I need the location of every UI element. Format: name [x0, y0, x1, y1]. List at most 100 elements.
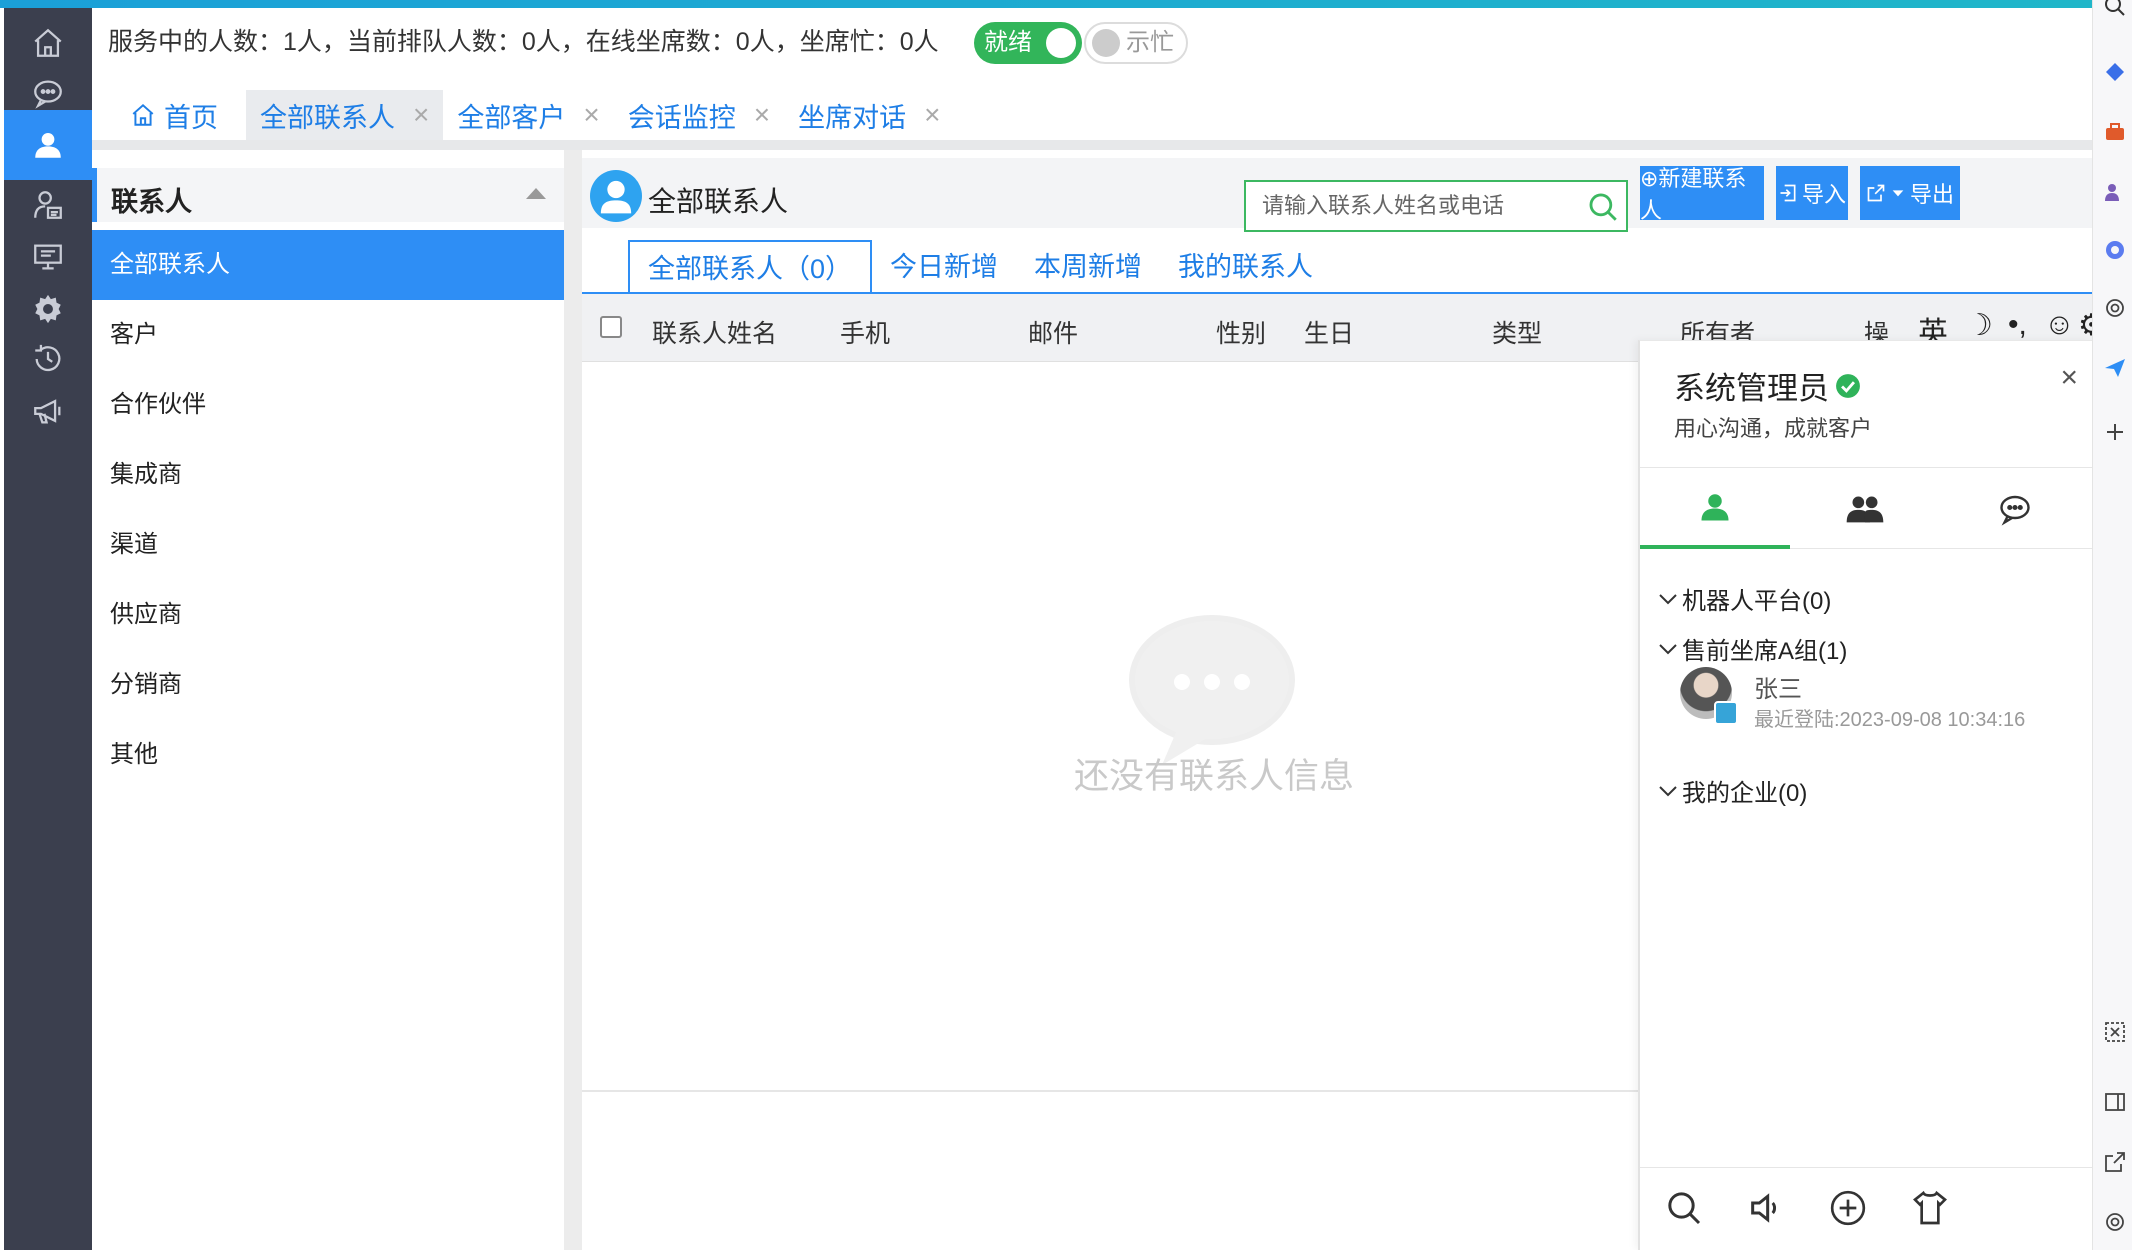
category-item-supplier[interactable]: 供应商: [92, 580, 564, 650]
icon-rail: [4, 8, 92, 1250]
tab-close-icon[interactable]: ×: [754, 99, 770, 131]
member-row[interactable]: 张三 最近登陆:2023-09-08 10:34:16: [1680, 667, 2080, 747]
person-icon: [1701, 494, 1729, 521]
history-icon: [35, 344, 61, 372]
ready-label: 就绪: [984, 29, 1032, 56]
import-button[interactable]: 导入: [1776, 166, 1848, 220]
category-item-integrator[interactable]: 集成商: [92, 440, 564, 510]
select-all-checkbox[interactable]: [600, 316, 622, 338]
im-tab-contacts[interactable]: [1640, 469, 1790, 549]
col-email[interactable]: 邮件: [1028, 314, 1078, 350]
import-icon: [1780, 184, 1796, 202]
contacts-avatar-icon: [590, 170, 642, 222]
contact-subtabs: 全部联系人（0） 今日新增 本周新增 我的联系人: [628, 240, 1331, 294]
group-presales-a[interactable]: 售前坐席A组(1): [1658, 631, 1847, 666]
tab-home[interactable]: 首页: [108, 90, 246, 140]
search-icon[interactable]: [1664, 1188, 1704, 1228]
category-title: 联系人: [111, 187, 192, 217]
gear-icon[interactable]: [2103, 1210, 2127, 1234]
tab-session-monitor[interactable]: 会话监控 ×: [614, 90, 784, 140]
search-input[interactable]: [1246, 182, 1566, 230]
customer-card-icon: [34, 191, 62, 219]
monitor-icon: [34, 244, 62, 270]
punctuation-icon[interactable]: •,: [2008, 308, 2027, 342]
collapse-caret-icon[interactable]: [526, 188, 546, 199]
subtab-all-contacts[interactable]: 全部联系人（0）: [628, 240, 873, 294]
busy-toggle-knob: [1092, 29, 1120, 57]
moon-icon[interactable]: ☽: [1966, 308, 1993, 343]
empty-state-text: 还没有联系人信息: [1074, 757, 1355, 796]
ready-toggle[interactable]: 就绪: [974, 22, 1082, 64]
rail-broadcast[interactable]: [4, 376, 92, 446]
admin-name: 系统管理员: [1674, 371, 1829, 406]
category-item-other[interactable]: 其他: [92, 720, 564, 790]
im-tab-sessions[interactable]: [1940, 469, 2090, 549]
tab-close-icon[interactable]: ×: [413, 99, 429, 131]
screenshot-icon[interactable]: [2103, 1020, 2127, 1044]
top-accent-bar: [0, 0, 2092, 8]
copilot-icon[interactable]: [2103, 238, 2127, 262]
verified-check-icon: [1836, 373, 1860, 398]
col-type[interactable]: 类型: [1492, 314, 1542, 350]
category-item-channel[interactable]: 渠道: [92, 510, 564, 580]
people-icon[interactable]: [2103, 180, 2127, 204]
search-icon[interactable]: [2103, 0, 2127, 18]
group-label: 售前坐席A组(1): [1682, 638, 1848, 665]
tab-all-customers[interactable]: 全部客户 ×: [443, 90, 613, 140]
subtab-today-new[interactable]: 今日新增: [872, 240, 1016, 294]
member-name: 张三: [1754, 676, 1802, 703]
speaker-icon[interactable]: [1746, 1188, 1786, 1228]
add-circle-icon[interactable]: [1828, 1188, 1868, 1228]
tab-agent-chat[interactable]: 坐席对话 ×: [784, 90, 954, 140]
external-link-icon[interactable]: [2103, 1150, 2127, 1174]
panel-footer-toolbar: [1640, 1167, 2092, 1250]
category-item-customer[interactable]: 客户: [92, 300, 564, 370]
col-mobile[interactable]: 手机: [840, 314, 890, 350]
send-icon[interactable]: [2103, 356, 2127, 380]
busy-label: 示忙: [1126, 29, 1174, 56]
group-icon: [1846, 496, 1884, 523]
im-tabs: [1640, 469, 2092, 549]
category-header[interactable]: 联系人: [92, 168, 564, 222]
col-birthday[interactable]: 生日: [1304, 314, 1354, 350]
online-badge-icon: [1714, 701, 1738, 725]
group-label: 机器人平台(0): [1682, 588, 1832, 615]
group-my-enterprise[interactable]: 我的企业(0): [1658, 773, 1807, 808]
im-tab-groups[interactable]: [1790, 469, 1940, 549]
busy-toggle[interactable]: 示忙: [1084, 22, 1188, 64]
subtab-my-contacts[interactable]: 我的联系人: [1160, 240, 1331, 294]
sidebar-toggle-icon[interactable]: [2103, 1090, 2127, 1114]
page-tabs: 首页 全部联系人 × 全部客户 × 会话监控 × 坐席对话 ×: [108, 90, 954, 140]
megaphone-icon: [34, 399, 61, 424]
chevron-down-icon: [1659, 593, 1677, 604]
panel-close-icon[interactable]: ×: [2060, 361, 2078, 395]
toolbox-icon[interactable]: [2103, 120, 2127, 144]
page-title: 全部联系人: [648, 186, 789, 217]
group-robot-platform[interactable]: 机器人平台(0): [1658, 581, 1831, 616]
person-icon: [35, 132, 61, 158]
service-status-text: 服务中的人数：1人，当前排队人数：0人，在线坐席数：0人，坐席忙：0人: [108, 28, 939, 56]
panel-divider: [1640, 467, 2092, 468]
tab-label: 全部客户: [457, 102, 566, 133]
col-gender[interactable]: 性别: [1216, 314, 1266, 350]
skin-shirt-icon[interactable]: [1910, 1188, 1950, 1228]
category-item-distributor[interactable]: 分销商: [92, 650, 564, 720]
plus-icon[interactable]: [2103, 420, 2127, 444]
emoji-icon[interactable]: ☺: [2044, 308, 2075, 342]
new-contact-button[interactable]: ⊕新建联系人: [1640, 166, 1764, 223]
gear-icon[interactable]: [2103, 296, 2127, 320]
search-icon[interactable]: [1586, 190, 1620, 224]
ready-toggle-knob: [1046, 28, 1076, 58]
col-name[interactable]: 联系人姓名: [652, 314, 777, 350]
tab-close-icon[interactable]: ×: [583, 99, 599, 131]
subtab-week-new[interactable]: 本周新增: [1016, 240, 1160, 294]
category-item-partner[interactable]: 合作伙伴: [92, 370, 564, 440]
diamond-icon[interactable]: [2103, 60, 2127, 84]
tab-close-icon[interactable]: ×: [924, 99, 940, 131]
tab-all-contacts[interactable]: 全部联系人 ×: [246, 90, 444, 140]
member-last-login: 最近登陆:2023-09-08 10:34:16: [1754, 709, 2026, 731]
gear-icon: [35, 294, 61, 324]
chat-bubble-icon: [2000, 495, 2030, 526]
category-item-all-contacts[interactable]: 全部联系人: [92, 230, 564, 300]
export-button[interactable]: 导出: [1860, 166, 1960, 220]
